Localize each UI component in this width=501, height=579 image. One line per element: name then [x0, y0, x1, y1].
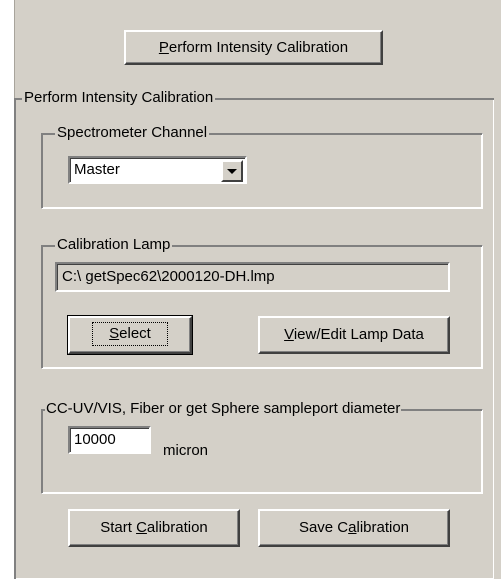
save-mnemonic: a	[348, 519, 357, 536]
view-mnemonic: V	[284, 326, 294, 343]
sampleport-diameter-legend: CC-UV/VIS, Fiber or get Sphere samplepor…	[45, 400, 402, 417]
select-lamp-button[interactable]: Select	[67, 315, 193, 355]
diameter-value: 10000	[74, 431, 116, 448]
lamp-path-mnemonic: g	[85, 268, 94, 285]
perform-intensity-calibration-button[interactable]: Perform Intensity Calibration	[124, 30, 383, 65]
view-text-post: iew/Edit Lamp Data	[293, 326, 424, 343]
calibration-lamp-legend: Calibration Lamp	[55, 236, 173, 253]
view-edit-lamp-data-button[interactable]: View/Edit Lamp Data	[258, 316, 450, 354]
start-mnemonic: C	[136, 519, 147, 536]
lamp-path-post: etSpec62\2000120-DH.lmp	[93, 268, 275, 285]
diameter-legend-pre: CC-UV/VIS, Fiber or	[46, 400, 187, 417]
start-calibration-button[interactable]: Start Calibration	[68, 509, 240, 547]
lamp-file-path-field: C:\ getSpec62\2000120-DH.lmp	[55, 262, 450, 292]
diameter-unit-label: micron	[163, 442, 209, 459]
lamp-path-pre: C:\	[62, 268, 86, 285]
main-group-legend: Perform Intensity Calibration	[22, 89, 216, 106]
chevron-down-icon[interactable]	[221, 160, 243, 182]
spectrometer-channel-dropdown[interactable]: Master	[68, 156, 247, 184]
save-text-post: libration	[356, 519, 410, 536]
button-text-post: erform Intensity Calibration	[168, 39, 349, 56]
spectrometer-channel-value: Master	[74, 161, 120, 178]
diameter-legend-post: et Sphere sampleport diameter	[194, 400, 401, 417]
select-mnemonic: S	[109, 325, 120, 342]
save-text-pre: Save C	[298, 519, 349, 536]
button-mnemonic: P	[158, 39, 169, 56]
start-text-post: alibration	[146, 519, 208, 536]
save-calibration-button[interactable]: Save Calibration	[258, 509, 450, 547]
select-text-post: elect	[119, 325, 151, 342]
focus-rectangle: Select	[92, 322, 168, 346]
sampleport-diameter-input[interactable]: 10000	[68, 426, 151, 454]
spectrometer-channel-legend: Spectrometer Channel	[55, 124, 210, 141]
start-text-pre: Start	[100, 519, 137, 536]
